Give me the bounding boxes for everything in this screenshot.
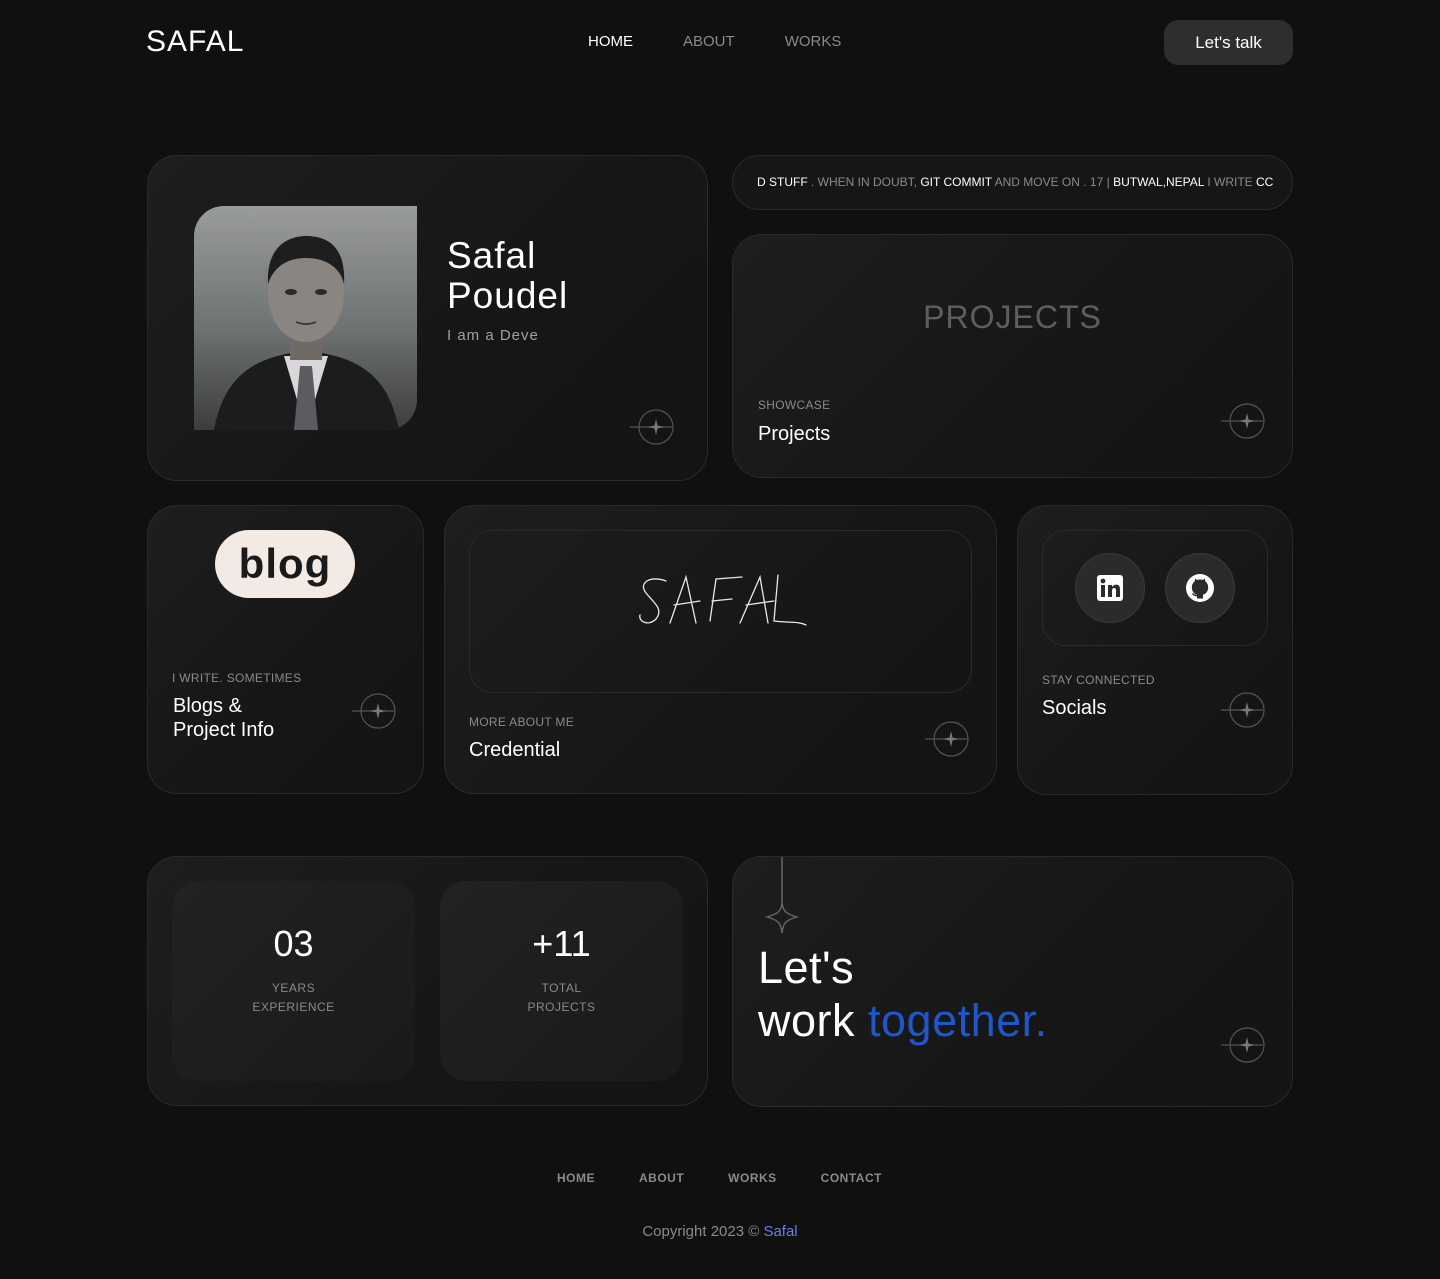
stat-value: 03: [273, 923, 314, 964]
contact-heading-word: work: [758, 995, 869, 1046]
arrow-icon[interactable]: [1221, 401, 1267, 441]
stat-label-line1: YEARS: [271, 981, 316, 995]
blog-title: Blogs & Project Info: [173, 694, 274, 742]
contact-card[interactable]: Let's work together.: [732, 856, 1293, 1107]
marquee-text: D STUFF . WHEN IN DOUBT, GIT COMMIT AND …: [757, 175, 1273, 189]
marquee-segment: STUFF: [765, 175, 808, 189]
nav-about[interactable]: ABOUT: [683, 33, 735, 50]
github-button[interactable]: [1165, 553, 1235, 623]
page: SAFAL HOME ABOUT WORKS Let's talk Safal …: [0, 0, 1440, 1279]
arrow-icon[interactable]: [352, 691, 398, 731]
blog-title-line2: Project Info: [173, 719, 275, 741]
marquee-segment: D: [757, 175, 766, 189]
nav-works[interactable]: WORKS: [785, 33, 842, 50]
marquee-segment: AND MOVE ON . 17 |: [991, 175, 1114, 189]
blog-title-line1: Blogs &: [173, 695, 242, 717]
stat-label-line2: PROJECTS: [527, 1000, 596, 1014]
projects-kicker: SHOWCASE: [758, 398, 831, 412]
first-name: Safal: [447, 235, 537, 276]
copyright-text: Copyright 2023 ©: [642, 1223, 764, 1240]
blog-kicker: I WRITE. SOMETIMES: [172, 671, 302, 685]
last-name: Poudel: [447, 275, 569, 316]
site-logo[interactable]: SAFAL: [146, 25, 244, 59]
credential-title: Credential: [469, 739, 561, 761]
credential-card[interactable]: MORE ABOUT ME Credential: [444, 505, 997, 794]
social-links-box: [1042, 530, 1268, 646]
marquee-segment: GIT COMMIT: [920, 175, 992, 189]
portrait-illustration: [214, 236, 399, 430]
profile-photo: [194, 206, 417, 430]
stat-label: YEARS EXPERIENCE: [172, 979, 415, 1017]
footer-link-about[interactable]: ABOUT: [639, 1171, 684, 1185]
contact-heading-line2: work together.: [758, 994, 1048, 1047]
stats-card: 03 YEARS EXPERIENCE +11 TOTAL PROJECTS: [147, 856, 708, 1106]
profile-name: Safal Poudel: [447, 236, 568, 316]
credential-kicker: MORE ABOUT ME: [469, 715, 575, 729]
contact-heading-line1: Let's: [758, 942, 855, 993]
signature-logo: [639, 574, 807, 626]
contact-heading-accent: together.: [868, 995, 1048, 1046]
arrow-icon[interactable]: [1221, 1025, 1267, 1065]
marquee-segment: BUTWAL,NEPAL: [1113, 175, 1204, 189]
footer-nav: HOME ABOUT WORKS CONTACT: [557, 1171, 882, 1185]
blog-badge: blog: [215, 530, 355, 598]
copyright: Copyright 2023 © Safal: [0, 1223, 1440, 1240]
socials-card[interactable]: STAY CONNECTED Socials: [1017, 505, 1293, 795]
footer-link-works[interactable]: WORKS: [728, 1171, 777, 1185]
marquee-banner: D STUFF . WHEN IN DOUBT, GIT COMMIT AND …: [732, 155, 1293, 210]
signature-box: [469, 530, 972, 693]
stat-experience: 03 YEARS EXPERIENCE: [172, 881, 415, 1081]
arrow-icon[interactable]: [630, 407, 676, 447]
stat-label-line1: TOTAL: [541, 981, 582, 995]
arrow-icon[interactable]: [1221, 690, 1267, 730]
stat-label: TOTAL PROJECTS: [440, 979, 683, 1017]
lets-talk-button[interactable]: Let's talk: [1164, 20, 1293, 65]
projects-title: Projects: [758, 423, 831, 445]
stat-label-line2: EXPERIENCE: [252, 1000, 335, 1014]
projects-card[interactable]: PROJECTS SHOWCASE Projects: [732, 234, 1293, 478]
linkedin-button[interactable]: [1075, 553, 1145, 623]
footer-link-home[interactable]: HOME: [557, 1171, 595, 1185]
arrow-icon[interactable]: [925, 719, 971, 759]
marquee-segment: I WRITE: [1203, 175, 1256, 189]
nav-home[interactable]: HOME: [588, 33, 633, 50]
main-nav: HOME ABOUT WORKS: [588, 33, 841, 50]
github-icon: [1186, 574, 1214, 602]
footer-link-contact[interactable]: CONTACT: [821, 1171, 882, 1185]
profile-role: I am a Deve: [447, 327, 539, 344]
marquee-segment: CC: [1255, 175, 1274, 189]
stat-value: +11: [532, 923, 591, 964]
profile-card[interactable]: Safal Poudel I am a Deve: [147, 155, 708, 481]
linkedin-icon: [1097, 575, 1123, 601]
socials-kicker: STAY CONNECTED: [1042, 673, 1155, 687]
stat-projects: +11 TOTAL PROJECTS: [440, 881, 683, 1081]
projects-heading: PROJECTS: [923, 299, 1102, 335]
blog-card[interactable]: blog I WRITE. SOMETIMES Blogs & Project …: [147, 505, 424, 794]
marquee-segment: . WHEN IN DOUBT,: [807, 175, 921, 189]
socials-title: Socials: [1042, 697, 1107, 719]
contact-heading: Let's work together.: [758, 941, 1048, 1047]
copyright-link[interactable]: Safal: [763, 1223, 797, 1240]
sparkle-icon: [764, 857, 800, 934]
